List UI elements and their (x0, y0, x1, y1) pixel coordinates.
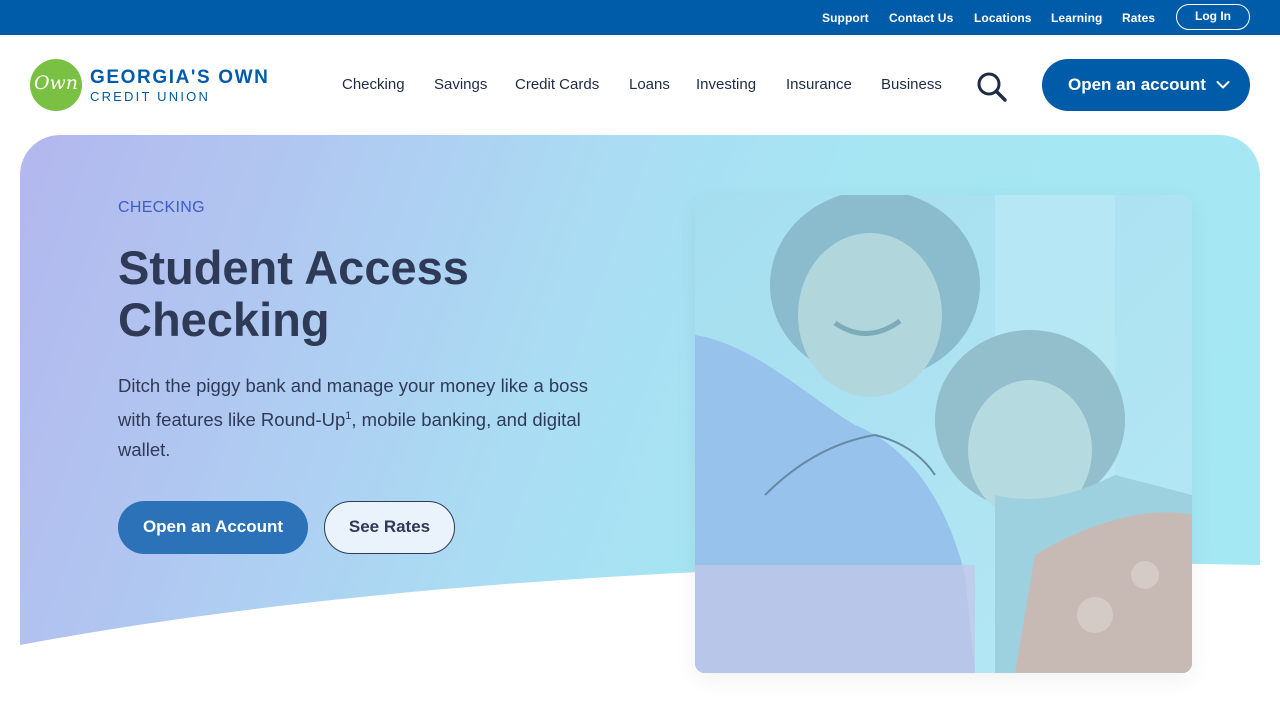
nav-item-savings[interactable]: Savings (434, 76, 487, 93)
utility-link-learning[interactable]: Learning (1051, 11, 1102, 25)
nav-item-insurance[interactable]: Insurance (786, 76, 852, 93)
logo-name: GEORGIA'S OWN (90, 67, 270, 88)
nav-item-checking[interactable]: Checking (342, 76, 405, 93)
hero-title: Student Access Checking (118, 241, 469, 346)
open-account-menu-button[interactable]: Open an account (1042, 59, 1250, 111)
hero-description: Ditch the piggy bank and manage your mon… (118, 371, 588, 465)
nav-item-business[interactable]: Business (881, 76, 942, 93)
search-icon[interactable] (976, 71, 1008, 103)
students-photo-illustration (695, 195, 1192, 673)
nav-item-loans[interactable]: Loans (629, 76, 670, 93)
hero-photo (695, 195, 1192, 673)
utility-link-support[interactable]: Support (822, 11, 869, 25)
nav-item-investing[interactable]: Investing (696, 76, 756, 93)
logo-subname: CREDIT UNION (90, 89, 211, 104)
logo-mark-text: Own (33, 72, 79, 94)
main-header: Own GEORGIA'S OWN CREDIT UNION Checking … (0, 35, 1280, 135)
open-an-account-button[interactable]: Open an Account (118, 501, 308, 554)
utility-link-locations[interactable]: Locations (974, 11, 1032, 25)
logo[interactable]: Own GEORGIA'S OWN CREDIT UNION (30, 59, 280, 111)
hero-eyebrow: CHECKING (118, 199, 205, 216)
chevron-down-icon (1216, 76, 1230, 94)
utility-bar: Support Contact Us Locations Learning Ra… (0, 0, 1280, 35)
utility-link-rates[interactable]: Rates (1122, 11, 1155, 25)
open-account-menu-label: Open an account (1068, 75, 1206, 94)
nav-item-credit-cards[interactable]: Credit Cards (515, 76, 599, 93)
utility-link-contact-us[interactable]: Contact Us (889, 11, 953, 25)
login-button[interactable]: Log In (1176, 4, 1250, 30)
see-rates-button[interactable]: See Rates (324, 501, 455, 554)
